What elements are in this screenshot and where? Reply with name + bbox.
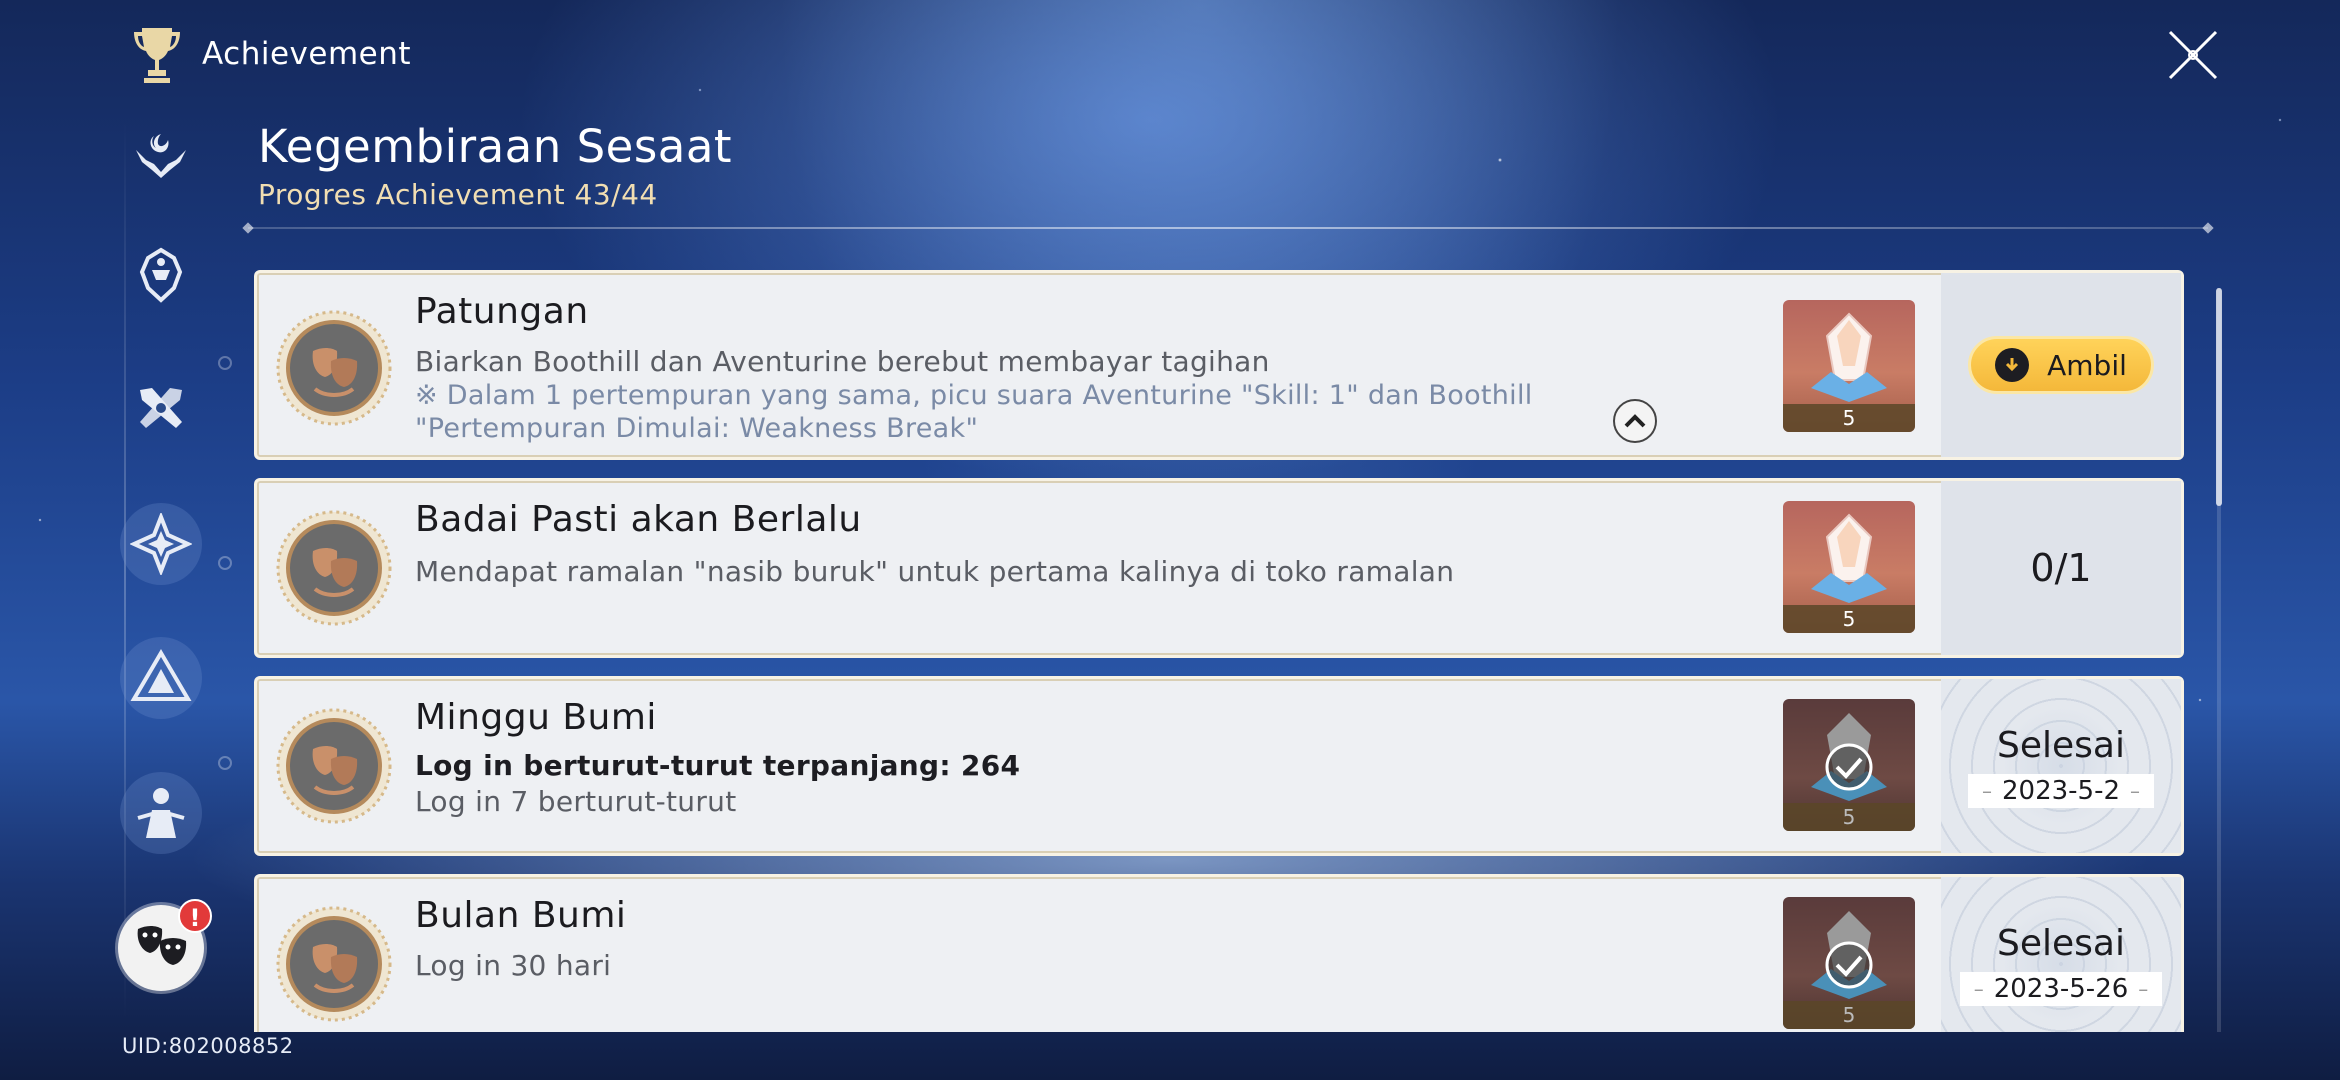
achievement-card[interactable]: Minggu Bumi Log in berturut-turut terpan… (254, 676, 2184, 856)
status-panel: Ambil (1941, 273, 2181, 457)
checkmark-icon (1825, 941, 1873, 989)
achievement-progress: Progres Achievement 43/44 (258, 178, 658, 211)
masks-medal-icon (276, 310, 392, 426)
reward-item[interactable]: 5 (1783, 300, 1915, 432)
achievement-note: ※ Dalam 1 pertempuran yang sama, picu su… (415, 380, 1533, 444)
date-dash: – (1981, 778, 1992, 803)
scrollbar-thumb[interactable] (2216, 288, 2222, 506)
achievement-description: Log in 30 hari (415, 949, 612, 982)
category-sidebar: ! (100, 110, 220, 1040)
chevron-up-icon (1624, 414, 1646, 428)
date-dash: – (2138, 976, 2149, 1001)
close-icon[interactable] (2166, 28, 2220, 82)
reward-count: 5 (1783, 404, 1915, 432)
crossed-tools-icon (140, 388, 182, 428)
achievement-card[interactable]: Patungan Biarkan Boothill dan Aventurine… (254, 270, 2184, 460)
completion-date: 2023-5-2 (2001, 775, 2120, 806)
masks-medal-icon (276, 708, 392, 824)
sidebar-item-7-active[interactable]: ! (118, 899, 212, 991)
sidebar-item-5[interactable] (120, 637, 202, 719)
hands-crescent-icon (136, 134, 186, 178)
completion-date-pill: – 2023-5-26 – (1959, 971, 2163, 1006)
star-diamond-icon (130, 513, 192, 575)
achievement-description: Mendapat ramalan "nasib buruk" untuk per… (415, 555, 1455, 588)
completed-label: Selesai (1997, 724, 2125, 766)
page-title: Kegembiraan Sesaat (258, 120, 733, 173)
achievement-list[interactable]: Patungan Biarkan Boothill dan Aventurine… (254, 270, 2184, 1032)
status-panel: Selesai – 2023-5-2 – (1941, 679, 2181, 853)
claim-button-label: Ambil (2047, 348, 2127, 382)
header-title: Achievement (202, 36, 412, 72)
notification-badge: ! (178, 899, 212, 933)
title-divider (248, 227, 2208, 229)
achievement-name: Patungan (415, 291, 589, 332)
achievement-name: Badai Pasti akan Berlalu (415, 499, 862, 540)
completion-date-pill: – 2023-5-2 – (1967, 773, 2154, 808)
achievement-card[interactable]: Bulan Bumi Log in 30 hari 5 Selesai – 20… (254, 874, 2184, 1032)
masks-medal-icon (276, 906, 392, 1022)
header: Achievement (130, 24, 411, 84)
reward-count: 5 (1783, 1001, 1915, 1029)
triangle-emblem-icon (130, 649, 192, 701)
date-dash: – (1973, 976, 1984, 1001)
date-dash: – (2130, 778, 2140, 803)
achievement-name: Minggu Bumi (415, 697, 657, 738)
sidebar-item-1[interactable] (120, 114, 202, 196)
sidebar-item-6[interactable] (120, 772, 202, 854)
sidebar-item-2[interactable] (120, 234, 202, 316)
stellar-jade-icon (1811, 513, 1887, 603)
sidebar-dot (218, 756, 232, 770)
helmet-crest-icon (139, 247, 183, 303)
download-arrow-icon (1995, 348, 2030, 382)
collapse-button[interactable] (1613, 399, 1657, 443)
achievement-description: Log in 7 berturut-turut (415, 785, 737, 818)
sidebar-dot (218, 356, 232, 370)
achievement-description: Biarkan Boothill dan Aventurine berebut … (415, 345, 1270, 378)
checkmark-icon (1825, 743, 1873, 791)
masks-medal-icon (276, 510, 392, 626)
reward-item[interactable]: 5 (1783, 501, 1915, 633)
sidebar-dot (218, 556, 232, 570)
reward-item: 5 (1783, 699, 1915, 831)
trophy-icon (134, 28, 180, 83)
claim-button[interactable]: Ambil (1968, 336, 2154, 394)
progress-ratio: 0/1 (2030, 546, 2092, 590)
sidebar-item-3[interactable] (120, 368, 202, 450)
completed-label: Selesai (1997, 922, 2125, 964)
achievement-stat: Log in berturut-turut terpanjang: 264 (415, 749, 1021, 782)
reward-count: 5 (1783, 803, 1915, 831)
status-panel: 0/1 (1941, 481, 2181, 655)
reward-item: 5 (1783, 897, 1915, 1029)
stellar-jade-icon (1811, 312, 1887, 402)
uid-label: UID:802008852 (122, 1034, 294, 1058)
achievement-name: Bulan Bumi (415, 895, 627, 936)
status-panel: Selesai – 2023-5-26 – (1941, 877, 2181, 1032)
sidebar-item-4[interactable] (120, 503, 202, 585)
robed-figure-icon (137, 788, 185, 838)
completion-date: 2023-5-26 (1993, 973, 2129, 1004)
reward-count: 5 (1783, 605, 1915, 633)
achievement-card[interactable]: Badai Pasti akan Berlalu Mendapat ramala… (254, 478, 2184, 658)
